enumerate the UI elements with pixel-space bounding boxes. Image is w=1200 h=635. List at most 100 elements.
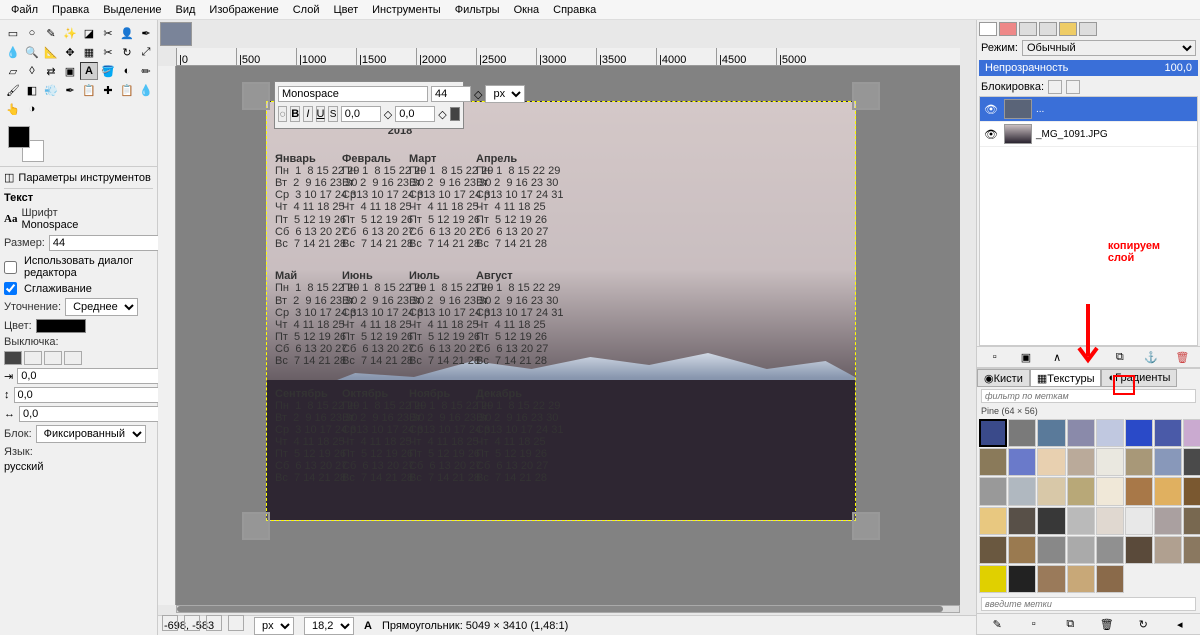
tt-italic[interactable]: I: [303, 106, 312, 122]
block-select[interactable]: Фиксированный: [36, 425, 146, 443]
tool-paths[interactable]: ✒: [137, 24, 155, 42]
texture-swatch[interactable]: [1067, 448, 1095, 476]
menu-select[interactable]: Выделение: [96, 2, 168, 18]
ruler-horizontal[interactable]: |0|500|1000 |1500|2000|2500 |3000|3500|4…: [176, 48, 960, 66]
canvas-viewport[interactable]: 2018 ЯнварьПн 1 8 15 22 29 Вт 2 9 16 23 …: [176, 66, 960, 605]
texture-swatch[interactable]: [1125, 448, 1153, 476]
use-editor-checkbox[interactable]: [4, 261, 17, 274]
tool-perspective[interactable]: ◊: [23, 62, 41, 80]
texture-swatch[interactable]: [1183, 448, 1200, 476]
layer-group-icon[interactable]: ▣: [1017, 349, 1035, 365]
texture-swatch[interactable]: [1067, 536, 1095, 564]
tool-move[interactable]: ✥: [61, 43, 79, 61]
tt-kern1[interactable]: [341, 106, 381, 122]
tool-paintbrush[interactable]: 🖌: [4, 81, 22, 99]
texture-swatch[interactable]: [979, 419, 1007, 447]
texture-swatch[interactable]: [1037, 565, 1065, 593]
dock-tab-6[interactable]: [1079, 22, 1097, 36]
tool-crop[interactable]: ✂: [99, 43, 117, 61]
indent-1[interactable]: [17, 368, 167, 384]
align-justify[interactable]: [64, 351, 82, 365]
tool-heal[interactable]: ✚: [99, 81, 117, 99]
lang-value[interactable]: русский: [4, 461, 153, 473]
menu-filters[interactable]: Фильтры: [448, 2, 507, 18]
layer-delete-icon[interactable]: 🗑: [1173, 349, 1191, 365]
texture-swatch[interactable]: [1037, 477, 1065, 505]
layer-visibility-icon[interactable]: 👁: [982, 128, 1000, 141]
menu-windows[interactable]: Окна: [507, 2, 547, 18]
layer-row-image[interactable]: 👁 _MG_1091.JPG: [980, 122, 1197, 147]
handle-bottom-right[interactable]: [852, 512, 880, 540]
bb-4[interactable]: [228, 615, 244, 631]
ruler-vertical[interactable]: [158, 66, 176, 605]
menu-color[interactable]: Цвет: [326, 2, 365, 18]
texture-swatch[interactable]: [979, 565, 1007, 593]
menu-file[interactable]: Файл: [4, 2, 45, 18]
dock-tab-4[interactable]: [1039, 22, 1057, 36]
tt-strike[interactable]: S: [328, 106, 337, 122]
hinting-select[interactable]: Среднее: [65, 298, 138, 316]
indent-2[interactable]: [14, 387, 164, 403]
brush-filter-input[interactable]: [981, 389, 1196, 403]
bb-2[interactable]: [184, 615, 200, 631]
layer-duplicate-icon[interactable]: ⧉: [1111, 349, 1129, 365]
tool-clone[interactable]: 📋: [80, 81, 98, 99]
tool-by-color[interactable]: ◪: [80, 24, 98, 42]
texture-swatch[interactable]: [1067, 507, 1095, 535]
texture-swatch[interactable]: [1096, 536, 1124, 564]
image-canvas[interactable]: 2018 ЯнварьПн 1 8 15 22 29 Вт 2 9 16 23 …: [266, 101, 856, 521]
text-floating-toolbar[interactable]: ◇ px ◌ B I U S ◇ ◇: [274, 81, 464, 129]
texture-swatch[interactable]: [1183, 536, 1200, 564]
tool-ink[interactable]: ✒: [61, 81, 79, 99]
tool-shear[interactable]: ▱: [4, 62, 22, 80]
lock-alpha-icon[interactable]: [1066, 80, 1080, 94]
texture-swatch[interactable]: [1037, 448, 1065, 476]
tex-refresh-icon[interactable]: ↻: [1134, 616, 1152, 632]
texture-swatch[interactable]: [1008, 477, 1036, 505]
tool-blur[interactable]: 💧: [137, 81, 155, 99]
bb-3[interactable]: [206, 615, 222, 631]
status-unit[interactable]: px: [254, 617, 294, 635]
tool-dodge[interactable]: ◑: [23, 100, 41, 118]
texture-swatch[interactable]: [1067, 477, 1095, 505]
texture-swatch[interactable]: [1183, 507, 1200, 535]
align-right[interactable]: [44, 351, 62, 365]
tex-edit-icon[interactable]: ✎: [988, 616, 1006, 632]
layer-new-icon[interactable]: ▫: [986, 349, 1004, 365]
tool-pencil[interactable]: ✏: [137, 62, 155, 80]
menu-view[interactable]: Вид: [169, 2, 203, 18]
tool-scissors[interactable]: ✂: [99, 24, 117, 42]
texture-swatch[interactable]: [1096, 507, 1124, 535]
tool-cage[interactable]: ▣: [61, 62, 79, 80]
texture-swatch[interactable]: [1008, 419, 1036, 447]
bb-1[interactable]: [162, 615, 178, 631]
tt-font[interactable]: [278, 86, 428, 102]
tex-menu-icon[interactable]: ◂: [1171, 616, 1189, 632]
texture-swatch[interactable]: [979, 507, 1007, 535]
tool-color-picker[interactable]: 💧: [4, 43, 22, 61]
texture-swatch[interactable]: [979, 477, 1007, 505]
texture-swatch[interactable]: [1008, 448, 1036, 476]
texture-swatch[interactable]: [1096, 565, 1124, 593]
tt-underline[interactable]: U: [316, 106, 326, 122]
scrollbar-horizontal[interactable]: [176, 605, 960, 613]
antialias-checkbox[interactable]: [4, 282, 17, 295]
layer-visibility-icon[interactable]: 👁: [982, 103, 1000, 116]
texture-swatch[interactable]: [1154, 536, 1182, 564]
texture-swatch[interactable]: [1096, 419, 1124, 447]
dock-tab-channels[interactable]: [999, 22, 1017, 36]
tex-new-icon[interactable]: ▫: [1025, 616, 1043, 632]
tool-rectangle-select[interactable]: ▭: [4, 24, 22, 42]
opacity-slider[interactable]: Непрозрачность 100,0: [979, 60, 1198, 76]
tt-clear[interactable]: ◌: [278, 106, 287, 122]
tex-dup-icon[interactable]: ⧉: [1061, 616, 1079, 632]
tool-foreground[interactable]: 👤: [118, 24, 136, 42]
tool-fuzzy-select[interactable]: ✨: [61, 24, 79, 42]
tt-kern2[interactable]: [395, 106, 435, 122]
tool-flip[interactable]: ⇄: [42, 62, 60, 80]
menu-layer[interactable]: Слой: [286, 2, 327, 18]
tool-bucket-fill[interactable]: 🪣: [99, 62, 117, 80]
texture-swatch[interactable]: [1125, 536, 1153, 564]
texture-swatch[interactable]: [1154, 477, 1182, 505]
texture-swatch[interactable]: [1037, 419, 1065, 447]
